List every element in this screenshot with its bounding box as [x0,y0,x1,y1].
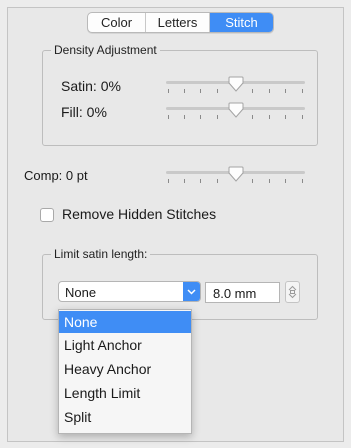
limit-satin-dropdown-menu: None Light Anchor Heavy Anchor Length Li… [58,309,192,434]
fill-label: Fill: 0% [61,104,107,120]
comp-label: Comp: 0 pt [24,168,88,183]
satin-length-field[interactable]: 8.0 mm [205,282,280,303]
satin-length-stepper[interactable] [285,281,300,303]
remove-hidden-stitches-label[interactable]: Remove Hidden Stitches [62,206,216,222]
menu-item-split[interactable]: Split [59,406,191,428]
tab-color[interactable]: Color [88,13,146,32]
slider-thumb[interactable] [228,166,244,182]
satin-label: Satin: 0% [61,78,121,94]
menu-item-light-anchor[interactable]: Light Anchor [59,334,191,356]
remove-hidden-stitches-checkbox[interactable] [40,208,54,222]
comp-slider[interactable] [166,166,305,188]
menu-item-none[interactable]: None [59,311,191,333]
chevron-down-icon [187,288,196,295]
slider-thumb[interactable] [228,102,244,118]
menu-item-heavy-anchor[interactable]: Heavy Anchor [59,358,191,380]
tab-stitch[interactable]: Stitch [210,13,273,32]
satin-slider[interactable] [166,76,305,98]
popup-selected-value: None [65,285,97,300]
satin-length-value: 8.0 mm [213,286,257,301]
limit-satin-popup[interactable]: None [58,281,201,302]
density-adjustment-title: Density Adjustment [51,43,160,57]
limit-satin-length-title: Limit satin length: [51,247,151,261]
density-adjustment-group: Density Adjustment [42,43,318,146]
menu-item-length-limit[interactable]: Length Limit [59,382,191,404]
stepper-icon [288,285,297,299]
tab-letters[interactable]: Letters [146,13,210,32]
slider-thumb[interactable] [228,76,244,92]
fill-slider[interactable] [166,102,305,124]
tab-segmented-control: Color Letters Stitch [87,12,274,33]
popup-arrow-button[interactable] [183,282,200,301]
